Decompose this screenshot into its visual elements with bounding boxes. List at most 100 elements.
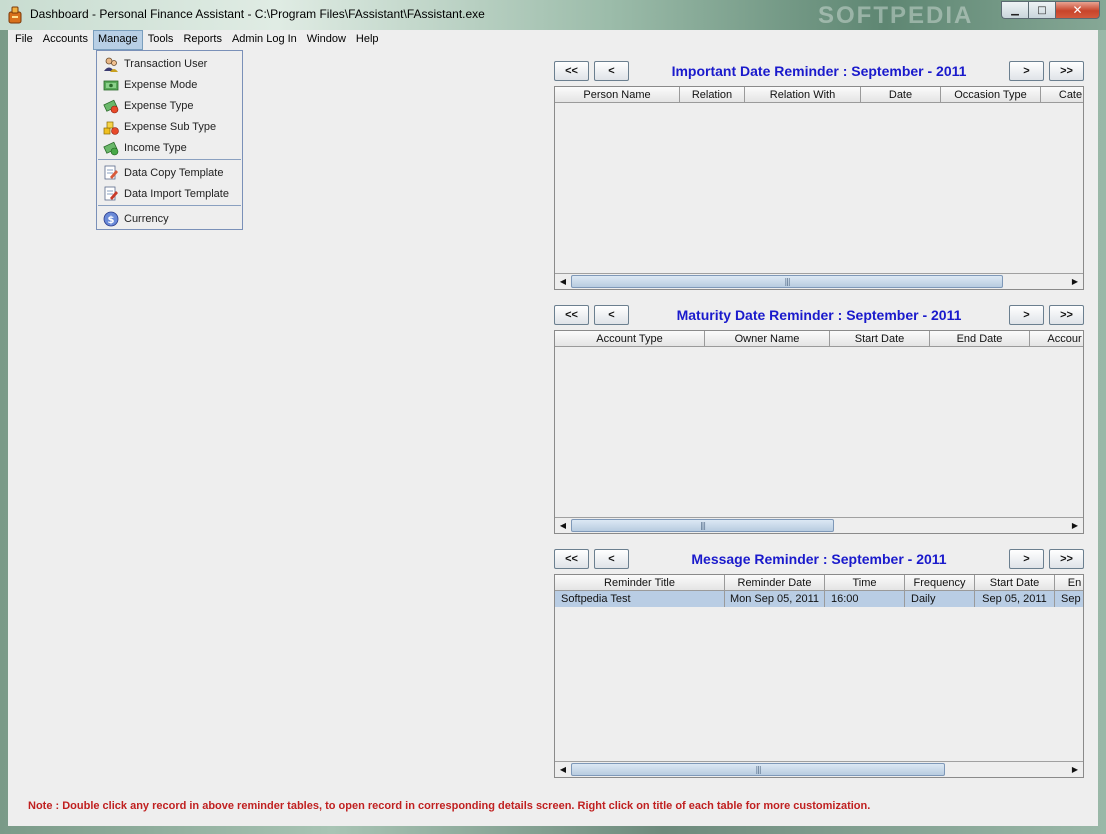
- menu-window[interactable]: Window: [302, 30, 351, 50]
- table-cell: Daily: [905, 591, 975, 607]
- menu-admin-log-in[interactable]: Admin Log In: [227, 30, 302, 50]
- table-cell: 16:00: [825, 591, 905, 607]
- important-last-button[interactable]: >>: [1049, 61, 1084, 81]
- important-prev-button[interactable]: <: [594, 61, 629, 81]
- column-header[interactable]: Reminder Title: [555, 575, 725, 591]
- maturity-last-button[interactable]: >>: [1049, 305, 1084, 325]
- menu-separator: [98, 205, 241, 206]
- minimize-icon: ▁: [1011, 4, 1019, 16]
- column-header[interactable]: Time: [825, 575, 905, 591]
- close-button[interactable]: ✕: [1055, 1, 1100, 19]
- message-reminder-table[interactable]: Reminder Title Reminder Date Time Freque…: [554, 574, 1084, 778]
- scroll-right-icon[interactable]: ▶: [1068, 762, 1082, 777]
- title-bar[interactable]: Dashboard - Personal Finance Assistant -…: [0, 0, 1106, 30]
- menu-manage-label: Manage: [97, 33, 138, 45]
- menu-item-data-import-template[interactable]: Data Import Template: [97, 183, 242, 204]
- important-reminder-title[interactable]: Important Date Reminder : September - 20…: [638, 63, 1000, 79]
- menu-file[interactable]: File: [10, 30, 38, 50]
- window-title: Dashboard - Personal Finance Assistant -…: [30, 7, 485, 21]
- menu-item-expense-sub-type[interactable]: Expense Sub Type: [97, 116, 242, 137]
- maturity-prev-button[interactable]: <: [594, 305, 629, 325]
- menu-item-label: Expense Mode: [124, 78, 198, 91]
- column-header[interactable]: Account Type: [555, 331, 705, 347]
- message-reminder-title[interactable]: Message Reminder : September - 2011: [638, 551, 1000, 567]
- scroll-thumb[interactable]: |||: [571, 519, 834, 532]
- income-type-icon: [103, 141, 119, 155]
- scroll-thumb[interactable]: |||: [571, 275, 1003, 288]
- menu-item-transaction-user[interactable]: Transaction User: [97, 53, 242, 74]
- important-first-button[interactable]: <<: [554, 61, 589, 81]
- column-header[interactable]: Reminder Date: [725, 575, 825, 591]
- column-header[interactable]: Person Name: [555, 87, 680, 103]
- menu-item-label: Income Type: [124, 141, 187, 154]
- maximize-button[interactable]: □: [1028, 1, 1055, 19]
- message-first-button[interactable]: <<: [554, 549, 589, 569]
- horizontal-scrollbar[interactable]: ◀ ||| ▶: [555, 273, 1083, 289]
- maturity-reminder-title[interactable]: Maturity Date Reminder : September - 201…: [638, 307, 1000, 323]
- column-header[interactable]: Frequency: [905, 575, 975, 591]
- message-prev-button[interactable]: <: [594, 549, 629, 569]
- maturity-reminder-table[interactable]: Account Type Owner Name Start Date End D…: [554, 330, 1084, 534]
- scroll-right-icon[interactable]: ▶: [1068, 274, 1082, 289]
- menu-separator: [98, 159, 241, 160]
- menu-item-data-copy-template[interactable]: Data Copy Template: [97, 162, 242, 183]
- scroll-left-icon[interactable]: ◀: [556, 518, 570, 533]
- column-header[interactable]: En: [1055, 575, 1083, 591]
- menu-item-currency[interactable]: $ Currency: [97, 208, 242, 229]
- maturity-first-button[interactable]: <<: [554, 305, 589, 325]
- svg-text:$: $: [108, 215, 115, 226]
- menu-window-label: Window: [306, 33, 346, 45]
- client-area: File Accounts Manage Tools Reports Admin…: [8, 30, 1098, 826]
- maturity-next-button[interactable]: >: [1009, 305, 1044, 325]
- copy-template-icon: [104, 165, 118, 179]
- scroll-thumb[interactable]: |||: [571, 763, 945, 776]
- table-row[interactable]: Softpedia Test Mon Sep 05, 2011 16:00 Da…: [555, 591, 1083, 607]
- menu-file-label: File: [15, 33, 33, 45]
- menu-item-label: Data Import Template: [124, 187, 229, 200]
- menu-item-expense-mode[interactable]: Expense Mode: [97, 74, 242, 95]
- column-header[interactable]: Start Date: [975, 575, 1055, 591]
- menu-item-expense-type[interactable]: Expense Type: [97, 95, 242, 116]
- table-header: Account Type Owner Name Start Date End D…: [555, 331, 1083, 347]
- currency-icon: $: [103, 211, 119, 226]
- column-header[interactable]: Date: [861, 87, 941, 103]
- scroll-left-icon[interactable]: ◀: [556, 762, 570, 777]
- column-header[interactable]: End Date: [930, 331, 1030, 347]
- column-header[interactable]: Accour: [1030, 331, 1083, 347]
- message-last-button[interactable]: >>: [1049, 549, 1084, 569]
- menu-accounts[interactable]: Accounts: [38, 30, 93, 50]
- menu-item-label: Currency: [124, 212, 169, 225]
- app-icon: [8, 6, 22, 24]
- menu-accounts-label: Accounts: [42, 33, 88, 45]
- menu-item-label: Data Copy Template: [124, 166, 224, 179]
- scroll-right-icon[interactable]: ▶: [1068, 518, 1082, 533]
- column-header[interactable]: Relation: [680, 87, 745, 103]
- scroll-left-icon[interactable]: ◀: [556, 274, 570, 289]
- menu-tools[interactable]: Tools: [143, 30, 179, 50]
- table-cell: Sep: [1055, 591, 1083, 607]
- column-header[interactable]: Start Date: [830, 331, 930, 347]
- important-next-button[interactable]: >: [1009, 61, 1044, 81]
- message-next-button[interactable]: >: [1009, 549, 1044, 569]
- watermark: SOFTPEDIA: [818, 2, 974, 29]
- app-window: Dashboard - Personal Finance Assistant -…: [0, 0, 1106, 834]
- menu-manage[interactable]: Manage: [92, 30, 143, 50]
- maximize-icon: □: [1037, 4, 1047, 16]
- column-header[interactable]: Owner Name: [705, 331, 830, 347]
- horizontal-scrollbar[interactable]: ◀ ||| ▶: [555, 517, 1083, 533]
- table-cell: Sep 05, 2011: [975, 591, 1055, 607]
- menu-reports[interactable]: Reports: [178, 30, 227, 50]
- important-reminder-table[interactable]: Person Name Relation Relation With Date …: [554, 86, 1084, 290]
- column-header[interactable]: Cate: [1041, 87, 1083, 103]
- window-controls: ▁ □ ✕: [1001, 1, 1100, 19]
- minimize-button[interactable]: ▁: [1001, 1, 1028, 19]
- column-header[interactable]: Relation With: [745, 87, 861, 103]
- close-icon: ✕: [1072, 3, 1083, 17]
- menu-item-income-type[interactable]: Income Type: [97, 137, 242, 158]
- menu-help[interactable]: Help: [351, 30, 384, 50]
- import-template-icon: [104, 186, 118, 200]
- horizontal-scrollbar[interactable]: ◀ ||| ▶: [555, 761, 1083, 777]
- menu-bar: File Accounts Manage Tools Reports Admin…: [8, 30, 1098, 50]
- column-header[interactable]: Occasion Type: [941, 87, 1041, 103]
- menu-reports-label: Reports: [183, 33, 222, 45]
